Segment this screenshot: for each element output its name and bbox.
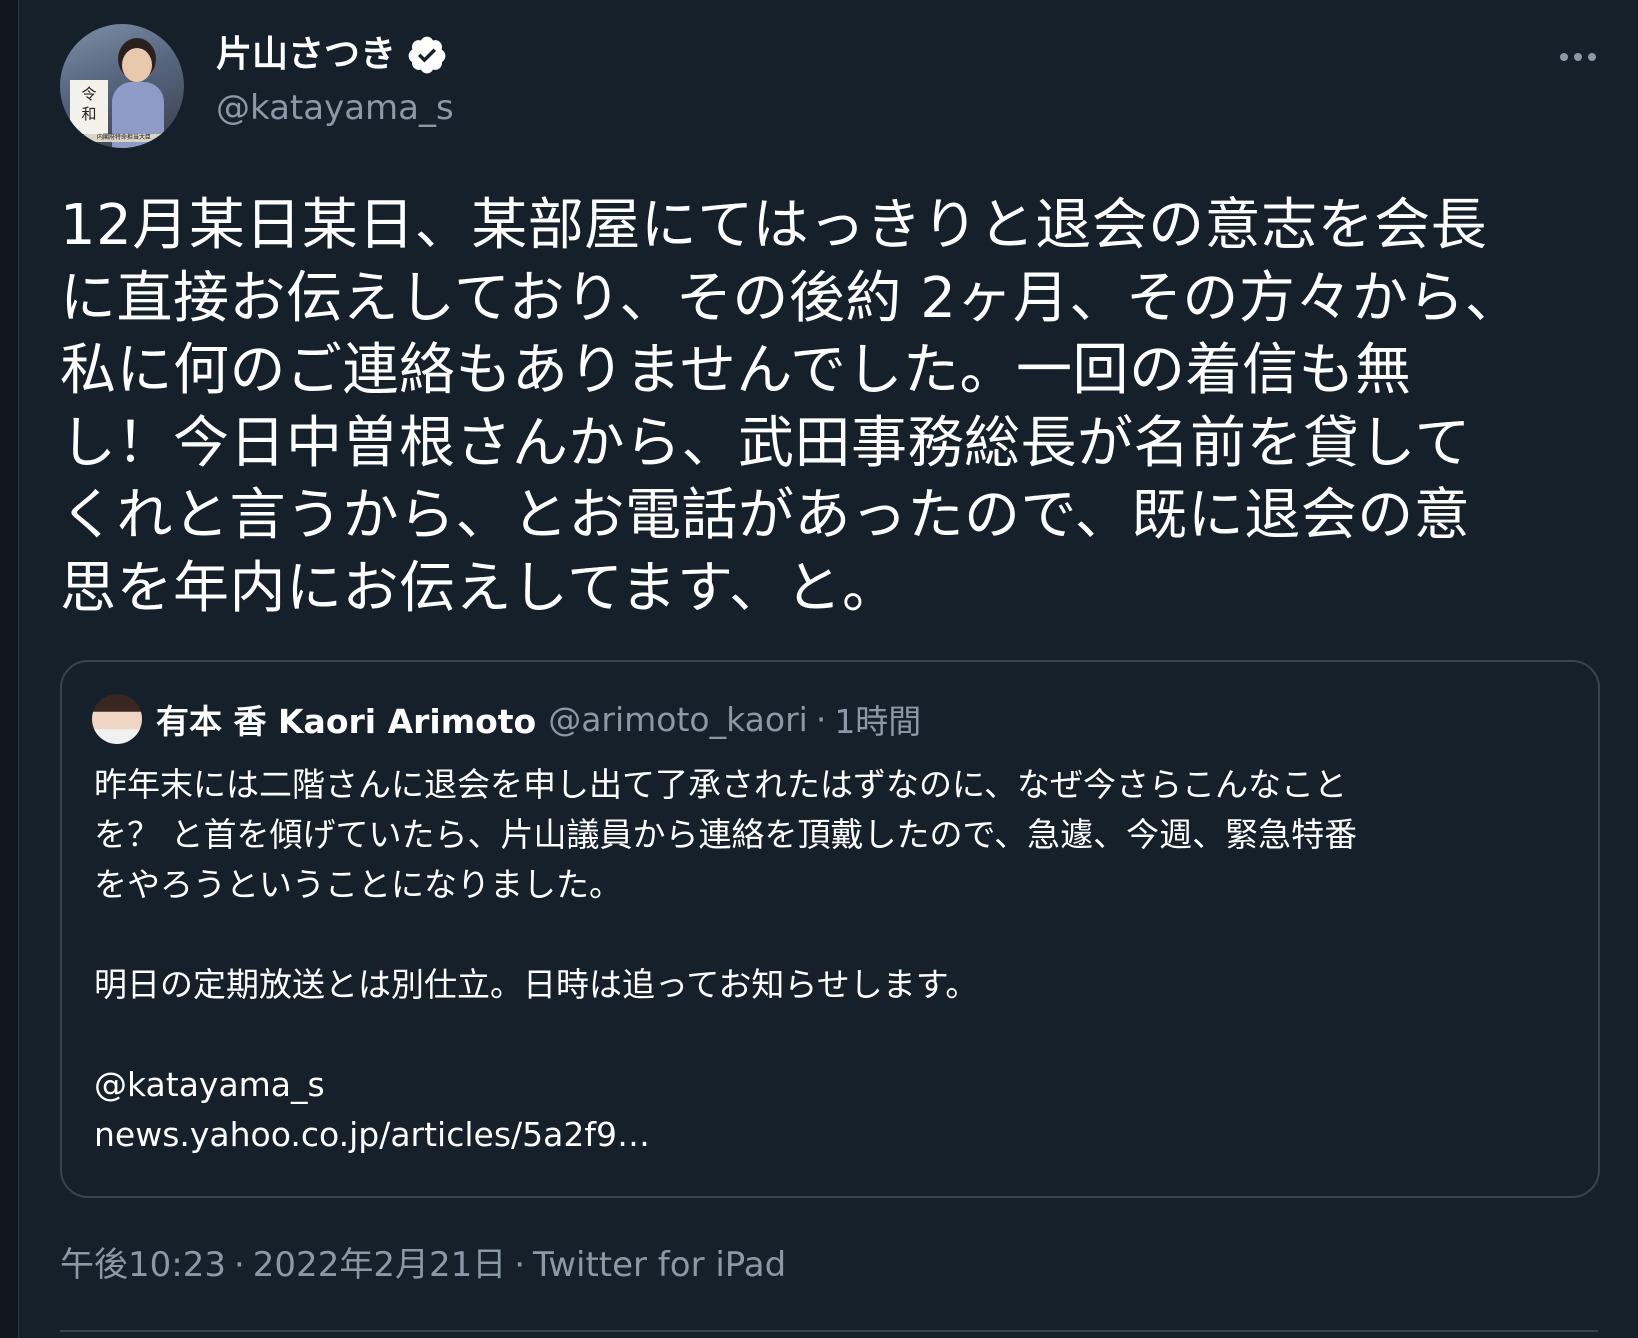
left-panel-edge	[0, 0, 19, 1338]
tweet-text: 12月某日某日、某部屋にてはっきりと退会の意志を会長 に直接お伝えしており、その…	[60, 193, 1522, 621]
author-avatar[interactable]: 令 和 内閣府特命担当大臣	[60, 24, 184, 148]
quoted-tweet-header: 有本 香 Kaori Arimoto @arimoto_kaori · 1時間	[92, 692, 921, 746]
tweet-metadata: 午後10:23 · 2022年2月21日 · Twitter for iPad	[60, 1242, 786, 1288]
quoted-tweet-text: 昨年末には二階さんに退会を申し出て了承されたはずなのに、なぜ今さらこんなこと を…	[94, 765, 1358, 1154]
tweet-date[interactable]: 2022年2月21日	[253, 1245, 506, 1285]
author-handle[interactable]: @katayama_s	[216, 86, 454, 130]
verified-badge-icon	[408, 36, 446, 74]
author-display-name[interactable]: 片山さつき	[216, 32, 396, 78]
more-options-icon[interactable]	[1558, 42, 1598, 72]
quoted-separator: ·	[815, 699, 827, 739]
quoted-timestamp[interactable]: 1時間	[834, 695, 921, 743]
tweet-source[interactable]: Twitter for iPad	[533, 1245, 786, 1285]
tweet-time[interactable]: 午後10:23	[60, 1245, 226, 1285]
quoted-tweet-card[interactable]: 有本 香 Kaori Arimoto @arimoto_kaori · 1時間 …	[60, 660, 1600, 1198]
avatar-sign: 令 和	[70, 80, 108, 134]
quoted-author-name[interactable]: 有本 香 Kaori Arimoto	[156, 695, 536, 743]
avatar-person	[112, 38, 164, 148]
meta-separator: ·	[233, 1245, 245, 1285]
quoted-author-handle[interactable]: @arimoto_kaori	[548, 700, 808, 739]
author-display-name-row[interactable]: 片山さつき	[216, 32, 448, 78]
meta-separator: ·	[514, 1245, 526, 1285]
avatar-sign-text: 令 和	[81, 85, 97, 123]
quoted-author-avatar[interactable]	[92, 694, 142, 744]
avatar-head	[122, 48, 152, 82]
avatar-caption: 内閣府特命担当大臣	[84, 134, 164, 142]
bottom-divider	[60, 1330, 1598, 1332]
